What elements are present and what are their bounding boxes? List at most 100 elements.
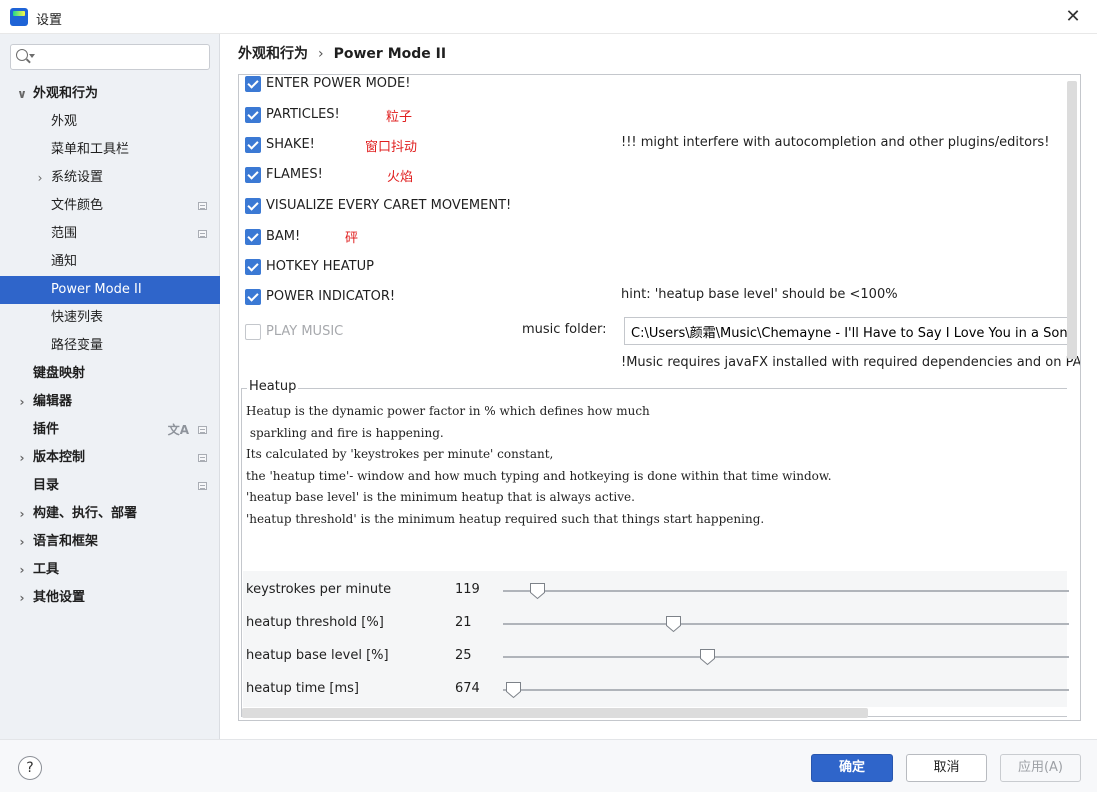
project-level-badge-icon bbox=[198, 454, 207, 462]
breadcrumb-parent[interactable]: 外观和行为 bbox=[238, 46, 308, 62]
music-folder-input[interactable] bbox=[631, 322, 1070, 340]
checkbox-label: PLAY MUSIC bbox=[266, 324, 344, 339]
sidebar-item[interactable]: 路径变量 bbox=[0, 332, 220, 360]
chevron-right-icon[interactable]: › bbox=[15, 528, 29, 556]
checkbox-label: HOTKEY HEATUP bbox=[266, 259, 374, 274]
chevron-right-icon[interactable]: › bbox=[15, 388, 29, 416]
chevron-right-icon[interactable]: › bbox=[15, 556, 29, 584]
description-line: sparkling and fire is happening. bbox=[246, 425, 444, 440]
close-icon[interactable]: ✕ bbox=[1061, 5, 1085, 29]
checkbox-checked-icon[interactable] bbox=[245, 198, 261, 214]
search-input[interactable] bbox=[39, 47, 204, 67]
title-bar: 设置 ✕ bbox=[0, 0, 1097, 34]
sidebar-item[interactable]: 目录 bbox=[0, 472, 220, 500]
sidebar-item[interactable]: › 版本控制 bbox=[0, 444, 220, 472]
sidebar-item-label: 菜单和工具栏 bbox=[51, 142, 130, 157]
sidebar-item[interactable]: › 构建、执行、部署 bbox=[0, 500, 220, 528]
slider-thumb[interactable] bbox=[505, 681, 522, 699]
slider-track[interactable] bbox=[503, 590, 1069, 592]
checkbox-checked-icon[interactable] bbox=[245, 76, 261, 92]
sidebar-item[interactable]: 菜单和工具栏 bbox=[0, 136, 220, 164]
help-button[interactable]: ? bbox=[18, 756, 42, 780]
sidebar-item-label: 文件颜色 bbox=[51, 198, 104, 213]
description-line: Heatup is the dynamic power factor in % … bbox=[246, 404, 650, 418]
dialog-footer: ? 确定 取消 应用(A) bbox=[0, 739, 1097, 792]
project-level-badge-icon bbox=[198, 426, 207, 434]
chevron-right-icon[interactable]: › bbox=[33, 164, 47, 192]
chevron-right-icon[interactable]: › bbox=[15, 444, 29, 472]
sidebar-item[interactable]: › 其他设置 bbox=[0, 584, 220, 612]
slider-thumb[interactable] bbox=[665, 615, 682, 633]
checkbox-checked-icon[interactable] bbox=[245, 229, 261, 245]
checkbox-label: SHAKE! bbox=[266, 137, 315, 152]
sidebar-item[interactable]: 键盘映射 bbox=[0, 360, 220, 388]
checkbox-checked-icon[interactable] bbox=[245, 137, 261, 153]
sidebar-item[interactable]: ∨ 外观和行为 bbox=[0, 80, 220, 108]
sidebar-item-label: 工具 bbox=[33, 562, 60, 577]
sidebar-item-label: 编辑器 bbox=[33, 394, 73, 409]
slider-row: keystrokes per minute 119 bbox=[243, 575, 1069, 607]
sidebar-item[interactable]: 插件 文A bbox=[0, 416, 220, 444]
sidebar-item[interactable]: 通知 bbox=[0, 248, 220, 276]
slider-label: keystrokes per minute bbox=[246, 582, 392, 597]
sidebar-item[interactable]: 范围 bbox=[0, 220, 220, 248]
settings-sidebar: ∨ 外观和行为外观菜单和工具栏 › 系统设置文件颜色范围 通知 Power Mode II… bbox=[0, 34, 220, 739]
sidebar-item[interactable]: 外观 bbox=[0, 108, 220, 136]
chevron-down-icon[interactable]: ∨ bbox=[15, 80, 29, 108]
sidebar-item-label: 外观和行为 bbox=[33, 86, 99, 101]
slider-track[interactable] bbox=[503, 623, 1069, 625]
horizontal-scrollbar[interactable] bbox=[242, 708, 868, 718]
slider-value: 21 bbox=[455, 615, 472, 630]
music-folder-field[interactable] bbox=[624, 317, 1071, 345]
sidebar-item[interactable]: › 系统设置 bbox=[0, 164, 220, 192]
sidebar-item[interactable]: 文件颜色 bbox=[0, 192, 220, 220]
search-field[interactable] bbox=[10, 44, 210, 70]
chevron-right-icon[interactable]: › bbox=[15, 500, 29, 528]
breadcrumb-separator-icon: › bbox=[318, 46, 324, 62]
power-indicator-hint: hint: 'heatup base level' should be <100… bbox=[621, 287, 898, 302]
translate-icon: 文A bbox=[167, 423, 189, 437]
description-line: the 'heatup time'- window and how much t… bbox=[246, 468, 832, 483]
project-level-badge-icon bbox=[198, 230, 207, 238]
sidebar-item[interactable]: 快速列表 bbox=[0, 304, 220, 332]
sidebar-item-label: 路径变量 bbox=[51, 338, 104, 353]
checkbox-checked-icon[interactable] bbox=[245, 167, 261, 183]
slider-row: heatup time [ms] 674 bbox=[243, 674, 1069, 706]
slider-track[interactable] bbox=[503, 656, 1069, 658]
project-level-badge-icon bbox=[198, 482, 207, 490]
slider-row: heatup threshold [%] 21 bbox=[243, 608, 1069, 640]
checkbox-checked-icon[interactable] bbox=[245, 289, 261, 305]
breadcrumb-current: Power Mode II bbox=[333, 46, 447, 62]
sidebar-item-label: 目录 bbox=[33, 478, 60, 493]
slider-track[interactable] bbox=[503, 689, 1069, 691]
window-title: 设置 bbox=[36, 13, 63, 28]
slider-label: heatup threshold [%] bbox=[246, 615, 384, 630]
ok-button[interactable]: 确定 bbox=[811, 754, 893, 782]
sidebar-item[interactable]: › 工具 bbox=[0, 556, 220, 584]
apply-button[interactable]: 应用(A) bbox=[1000, 754, 1081, 782]
sidebar-item-label: 版本控制 bbox=[33, 450, 86, 465]
checkbox-label: VISUALIZE EVERY CARET MOVEMENT! bbox=[266, 198, 512, 213]
power-mode-settings-panel: ENTER POWER MODE! PARTICLES! 粒子 SHAKE! 窗… bbox=[238, 74, 1081, 721]
shake-annotation: 窗口抖动 bbox=[365, 140, 418, 155]
sidebar-item[interactable]: › 编辑器 bbox=[0, 388, 220, 416]
chevron-right-icon[interactable]: › bbox=[15, 584, 29, 612]
heatup-description: Heatup is the dynamic power factor in % … bbox=[243, 400, 1067, 571]
checkbox-label: ENTER POWER MODE! bbox=[266, 76, 411, 91]
sidebar-item-label: 外观 bbox=[51, 114, 78, 129]
checkbox-checked-icon[interactable] bbox=[245, 107, 261, 123]
checkbox-label: POWER INDICATOR! bbox=[266, 289, 396, 304]
sidebar-item[interactable]: › 语言和框架 bbox=[0, 528, 220, 556]
sidebar-item[interactable]: Power Mode II bbox=[0, 276, 220, 304]
flames-annotation: 火焰 bbox=[387, 170, 414, 185]
music-folder-label: music folder: bbox=[522, 322, 607, 337]
checkbox-checked-icon[interactable] bbox=[245, 259, 261, 275]
slider-value: 674 bbox=[455, 681, 480, 696]
slider-thumb[interactable] bbox=[699, 648, 716, 666]
checkbox-label: FLAMES! bbox=[266, 167, 323, 182]
search-history-dropdown-icon[interactable] bbox=[29, 54, 35, 58]
vertical-scrollbar[interactable] bbox=[1067, 81, 1077, 359]
cancel-button[interactable]: 取消 bbox=[906, 754, 987, 782]
slider-thumb[interactable] bbox=[529, 582, 546, 600]
checkbox-unchecked-icon[interactable] bbox=[245, 324, 261, 340]
